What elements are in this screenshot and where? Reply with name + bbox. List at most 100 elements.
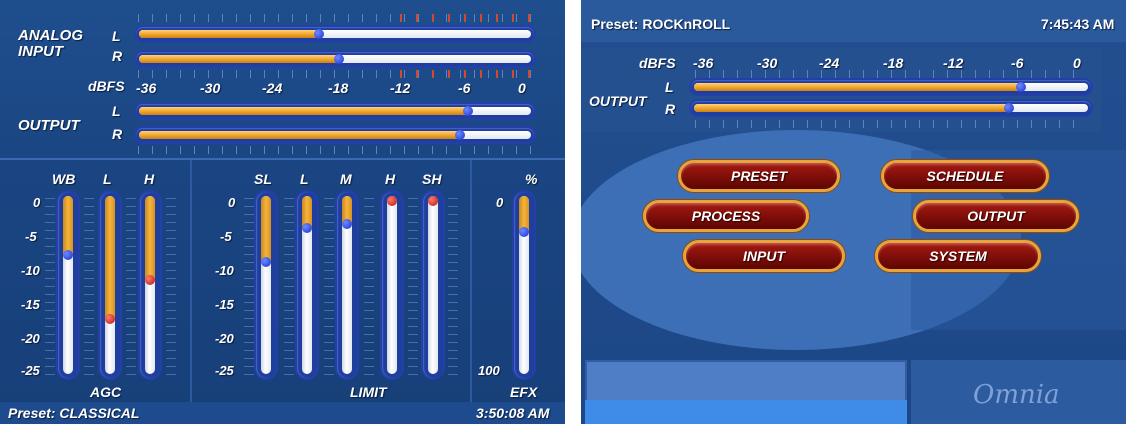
input-label: INPUT	[18, 43, 63, 60]
agc-l-label: L	[103, 171, 112, 187]
right-preset-name: Preset: ROCKnROLL	[591, 16, 731, 32]
limit-ticks	[364, 198, 374, 376]
mid-overload-ticks	[400, 70, 532, 78]
right-scale-tick: -30	[757, 55, 778, 71]
efx-percent-label: %	[525, 171, 538, 187]
limit-scale: -20	[215, 331, 234, 346]
scale-tick: -18	[328, 80, 349, 96]
agc-ticks	[45, 198, 55, 376]
limit-efx-divider	[470, 160, 472, 402]
output-label: OUTPUT	[18, 117, 80, 134]
limit-scale: -10	[215, 263, 234, 278]
limit-ticks	[448, 198, 458, 376]
agc-wb-label: WB	[52, 171, 76, 187]
output-ticks	[138, 146, 532, 154]
limit-scale: 0	[228, 195, 236, 210]
right-ticks	[695, 70, 1085, 78]
agc-scale: -5	[25, 229, 37, 244]
limit-scale: -5	[220, 229, 232, 244]
output-l-meter	[136, 104, 534, 118]
right-clock: 7:45:43 AM	[1041, 16, 1115, 32]
right-output-l-label: L	[665, 79, 674, 95]
limit-sl-label: SL	[254, 171, 272, 187]
right-output-r-meter	[691, 101, 1091, 115]
agc-limit-divider	[190, 160, 192, 402]
output-button[interactable]: OUTPUT	[913, 200, 1079, 232]
input-l-label: L	[112, 28, 121, 44]
omnia-logo: Omnia	[973, 380, 1060, 410]
limit-h-meter	[382, 192, 402, 378]
agc-ticks	[126, 198, 136, 376]
efx-label: EFX	[510, 384, 538, 400]
section-divider	[0, 158, 565, 160]
scale-tick: -6	[458, 80, 471, 96]
dbfs-label: dBFS	[88, 78, 125, 94]
output-r-meter	[136, 128, 534, 142]
limit-m-label: M	[340, 171, 352, 187]
input-r-label: R	[112, 48, 123, 64]
efx-meter	[514, 192, 534, 378]
agc-ticks	[166, 198, 176, 376]
right-scale-tick: 0	[1073, 55, 1081, 71]
scale-tick: -12	[390, 80, 411, 96]
preset-button[interactable]: PRESET	[678, 160, 840, 192]
agc-scale: -20	[21, 331, 40, 346]
right-scale-tick: -6	[1011, 55, 1024, 71]
limit-ticks	[244, 198, 254, 376]
agc-label: AGC	[90, 384, 122, 400]
input-overload-ticks	[400, 14, 532, 22]
left-meter-panel: ANALOG INPUT L R dBFS -36 -30 -24 -18 -1…	[0, 0, 565, 424]
input-button[interactable]: INPUT	[683, 240, 845, 272]
limit-ticks	[284, 198, 294, 376]
efx-top-label: 0	[496, 195, 504, 210]
scale-tick: 0	[518, 80, 526, 96]
scale-tick: -36	[136, 80, 157, 96]
agc-scale: -15	[21, 297, 40, 312]
right-scale-tick: -18	[883, 55, 904, 71]
limit-l-label: L	[300, 171, 309, 187]
scale-tick: -30	[200, 80, 221, 96]
scale-tick: -24	[262, 80, 283, 96]
output-l-label: L	[112, 103, 121, 119]
left-clock: 3:50:08 AM	[476, 405, 550, 421]
efx-bottom-label: 100	[478, 363, 500, 378]
limit-scale: -15	[215, 297, 234, 312]
limit-label: LIMIT	[350, 384, 387, 400]
right-menu-panel: Preset: ROCKnROLL 7:45:43 AM dBFS -36 -3…	[581, 0, 1126, 424]
right-output-l-meter	[691, 80, 1091, 94]
agc-ticks	[84, 198, 94, 376]
limit-ticks	[324, 198, 334, 376]
limit-l-meter	[297, 192, 317, 378]
agc-l-meter	[100, 192, 120, 378]
right-scale-tick: -24	[819, 55, 840, 71]
left-preset-name: Preset: CLASSICAL	[8, 405, 140, 421]
schedule-button[interactable]: SCHEDULE	[881, 160, 1049, 192]
agc-h-meter	[140, 192, 160, 378]
limit-scale: -25	[215, 363, 234, 378]
right-dbfs-label: dBFS	[639, 55, 676, 71]
system-button[interactable]: SYSTEM	[875, 240, 1041, 272]
output-r-label: R	[112, 126, 123, 142]
limit-sl-meter	[256, 192, 276, 378]
input-r-meter	[136, 52, 534, 66]
limit-sh-label: SH	[422, 171, 442, 187]
agc-scale: -25	[21, 363, 40, 378]
right-scale-tick: -36	[693, 55, 714, 71]
agc-scale: 0	[33, 195, 41, 210]
limit-h-label: H	[385, 171, 396, 187]
analog-label: ANALOG	[18, 27, 83, 44]
process-button[interactable]: PROCESS	[643, 200, 809, 232]
right-output-label: OUTPUT	[589, 93, 647, 109]
footer-left-highlight	[585, 400, 907, 424]
limit-sh-meter	[423, 192, 443, 378]
limit-ticks	[408, 198, 418, 376]
right-ticks-bottom	[695, 120, 1085, 128]
left-status-bar: Preset: CLASSICAL 3:50:08 AM	[0, 402, 565, 424]
input-l-meter	[136, 27, 534, 41]
agc-scale: -10	[21, 263, 40, 278]
right-scale-tick: -12	[943, 55, 964, 71]
right-output-r-label: R	[665, 101, 676, 117]
limit-m-meter	[337, 192, 357, 378]
agc-h-label: H	[144, 171, 155, 187]
agc-wb-meter	[58, 192, 78, 378]
